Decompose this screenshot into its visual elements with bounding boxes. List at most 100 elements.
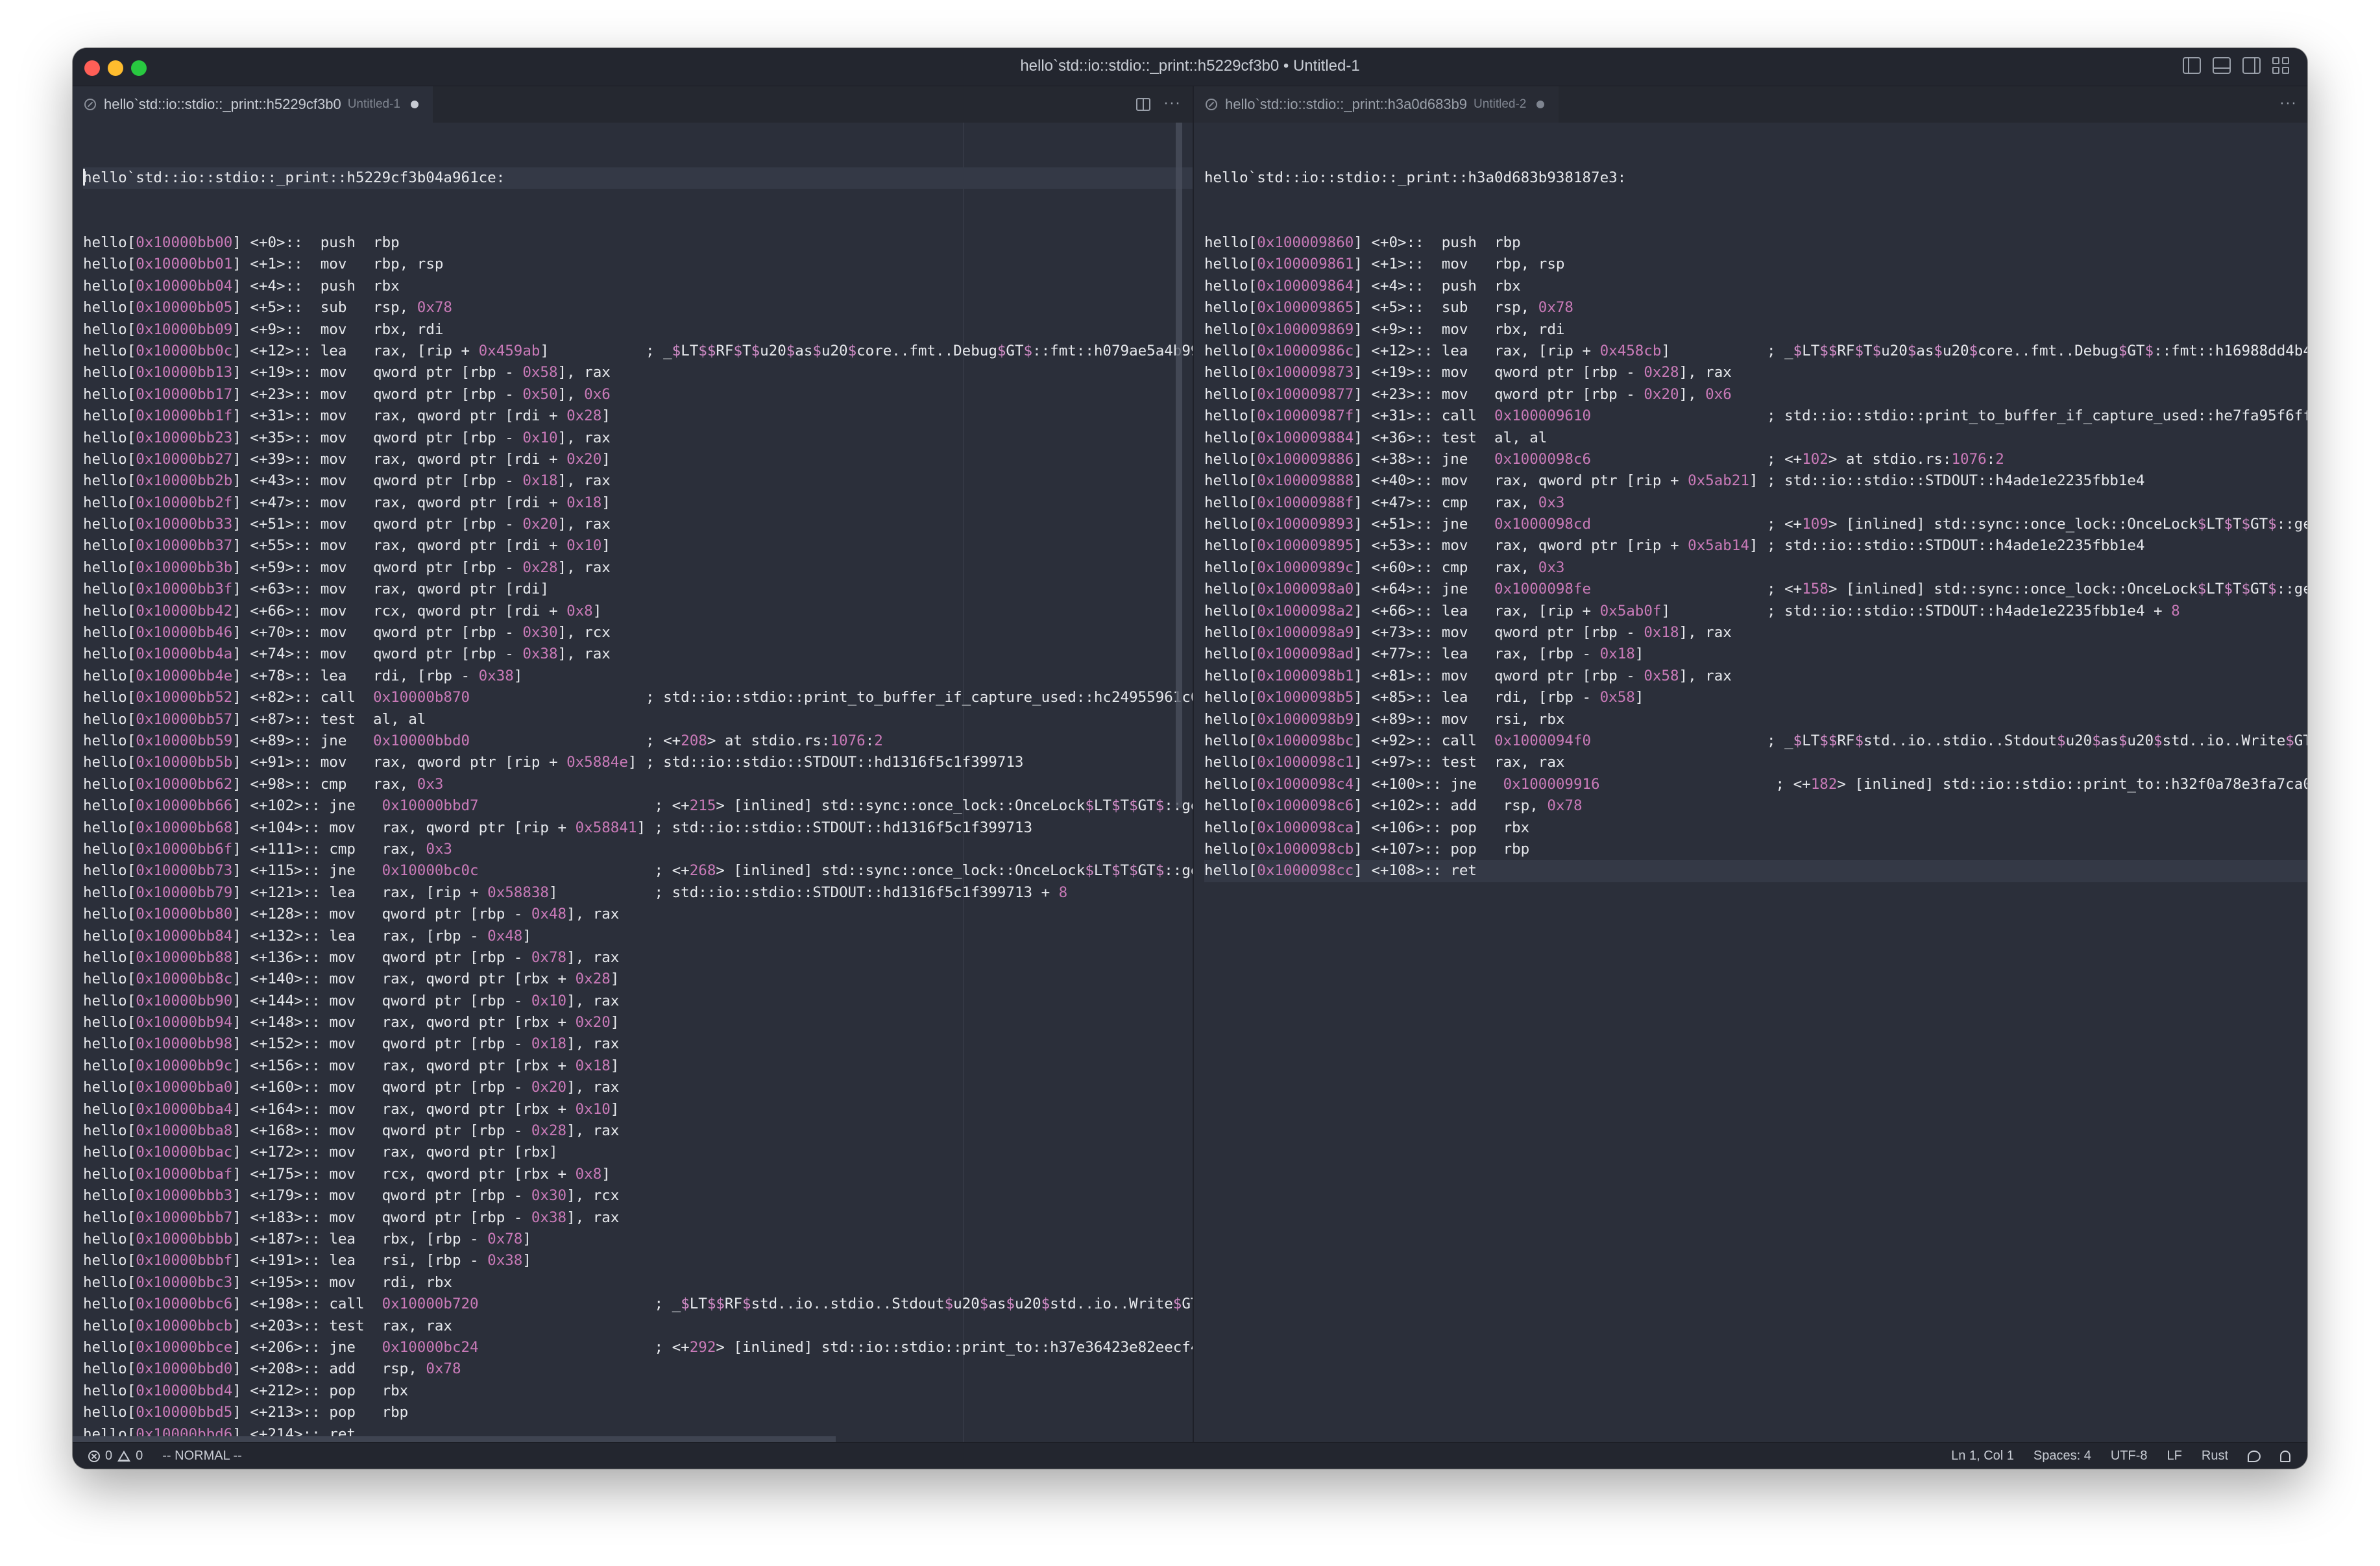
operands: rdi, [rbp - 0x38] [373,667,523,684]
instruction-address: 0x10000bb3b [136,559,233,576]
instruction-address: 0x1000098a2 [1257,602,1354,620]
instruction-line: hello[0x10000bb4e] <+78>:: lea rdi, [rbp… [83,667,523,684]
mnemonic: cmp [329,840,382,858]
instruction-line: hello[0x100009888] <+40>:: mov rax, qwor… [1204,472,2145,490]
module-prefix: hello[ [1204,407,1257,425]
operands: 0x1000094f0 [1494,732,1592,749]
end-of-line[interactable]: LF [2167,1449,2182,1464]
more-actions-icon[interactable]: ··· [1163,95,1181,111]
mnemonic: pop [329,1382,382,1399]
operands: 0x1000098cd [1494,516,1592,533]
mnemonic: lea [320,667,374,684]
operands: al, al [1494,429,1548,446]
instruction-address: 0x10000bb2f [136,494,233,511]
mnemonic: lea [1441,342,1495,359]
mnemonic: mov [329,1144,382,1161]
mnemonic: mov [329,1100,382,1118]
instruction-offset: <+66>:: [1371,602,1442,620]
error-count[interactable]: 0 [105,1449,112,1464]
instruction-offset: <+0>:: [1371,234,1442,252]
instruction-address: 0x10000bba8 [136,1122,233,1140]
mnemonic: mov [1441,667,1495,684]
instruction-line: hello[0x100009860] <+0>:: push rbp [1204,234,1521,252]
instruction-address: 0x10000bb84 [136,927,233,945]
instruction-address: 0x10000bb5b [136,754,233,771]
instruction-offset: <+82>:: [250,689,321,706]
more-actions-icon[interactable]: ··· [2279,95,2297,111]
bell-icon[interactable] [2280,1450,2290,1462]
instruction-address: 0x100009888 [1257,472,1354,490]
instruction-offset: <+23>:: [1371,385,1442,403]
customize-layout-icon[interactable] [2272,57,2290,74]
comment: ; std::io::stdio::STDOUT::hd1316f5c1f399… [645,754,1024,771]
comment: ; std::io::stdio::print_to_buffer_if_cap… [1767,407,2307,425]
unsaved-dot-icon[interactable] [1536,101,1545,108]
instruction-offset: <+152>:: [250,1035,330,1053]
instruction-address: 0x10000bb79 [136,884,233,901]
operands: qword ptr [rbp - 0x10], rax [382,992,620,1009]
instruction-address: 0x10000bbb3 [136,1187,233,1205]
module-prefix: hello[ [83,277,136,295]
instruction-line: hello[0x10000bb80] <+128>:: mov qword pt… [83,906,620,923]
instruction-address: 0x100009895 [1257,537,1354,555]
split-editor-icon[interactable] [1136,98,1151,111]
instruction-offset: <+213>:: [250,1404,330,1421]
mnemonic: sub [320,299,374,317]
toggle-panel-icon[interactable] [2213,57,2231,74]
module-prefix: hello[ [83,1122,136,1140]
code-editor-left[interactable]: hello`std::io::stdio::_print::h5229cf3b0… [73,123,1193,1443]
instruction-address: 0x10000bba0 [136,1079,233,1096]
module-prefix: hello[ [83,689,136,706]
comment: ; <+102> at stdio.rs:1076:2 [1767,450,2004,468]
toggle-secondary-sidebar-icon[interactable] [2242,57,2261,74]
operands: rbx, rdi [1494,320,1565,338]
function-header: hello`std::io::stdio::_print::h5229cf3b0… [83,169,505,186]
module-prefix: hello[ [83,364,136,381]
operands: 0x100009916 [1503,775,1600,793]
instruction-offset: <+60>:: [1371,559,1442,576]
feedback-icon[interactable] [2248,1450,2261,1462]
instruction-line: hello[0x10000bb98] <+152>:: mov qword pt… [83,1035,620,1053]
mnemonic: jne [320,732,374,749]
instruction-address: 0x10000bb94 [136,1014,233,1031]
warning-icon[interactable] [117,1451,131,1462]
operands: rax, qword ptr [rip + 0x5884e] [373,754,646,771]
tab-untitled-2[interactable]: hello`std::io::stdio::_print::h3a0d683b9… [1194,86,1559,123]
mnemonic: lea [329,927,382,945]
unsaved-dot-icon[interactable] [411,101,419,108]
operands: rax, [rbp - 0x48] [382,927,531,945]
code-editor-right[interactable]: hello`std::io::stdio::_print::h3a0d683b9… [1194,123,2307,1443]
instruction-line: hello[0x10000bb79] <+121>:: lea rax, [ri… [83,884,1068,901]
module-prefix: hello[ [1204,689,1257,706]
instruction-line: hello[0x10000bb5b] <+91>:: mov rax, qwor… [83,754,1024,771]
instruction-offset: <+19>:: [1371,364,1442,381]
vertical-scrollbar[interactable] [1176,123,1182,808]
operands: rax, 0x3 [1494,494,1565,511]
toggle-primary-sidebar-icon[interactable] [2183,57,2201,74]
mnemonic: jne [329,1338,382,1356]
module-prefix: hello[ [83,1035,136,1053]
language-mode[interactable]: Rust [2202,1449,2228,1464]
module-prefix: hello[ [83,256,136,273]
tab-untitled-1[interactable]: hello`std::io::stdio::_print::h5229cf3b0… [73,86,433,123]
operands: qword ptr [rbp - 0x30], rcx [373,624,611,642]
operands: rsp, 0x78 [1494,299,1573,317]
mnemonic: mov [329,1035,382,1053]
mnemonic: mov [1441,364,1495,381]
warning-count[interactable]: 0 [136,1449,143,1464]
instruction-address: 0x10000bb4e [136,667,233,684]
mnemonic: mov [320,450,374,468]
instruction-offset: <+81>:: [1371,667,1442,684]
operands: rax, qword ptr [rip + 0x58841] [382,819,655,836]
encoding[interactable]: UTF-8 [2111,1449,2148,1464]
error-icon[interactable] [88,1450,100,1462]
instruction-line: hello[0x10000bb27] <+39>:: mov rax, qwor… [83,450,611,468]
instruction-offset: <+148>:: [250,1014,330,1031]
instruction-line: hello[0x1000098b1] <+81>:: mov qword ptr… [1204,667,1732,684]
instruction-line: hello[0x1000098cb] <+107>:: pop rbp [1204,840,1530,858]
cursor-position[interactable]: Ln 1, Col 1 [1951,1449,2014,1464]
instruction-line: hello[0x1000098b5] <+85>:: lea rdi, [rbp… [1204,689,1644,706]
instruction-address: 0x10000bb52 [136,689,233,706]
indentation[interactable]: Spaces: 4 [2034,1449,2091,1464]
mnemonic: lea [329,1252,382,1270]
